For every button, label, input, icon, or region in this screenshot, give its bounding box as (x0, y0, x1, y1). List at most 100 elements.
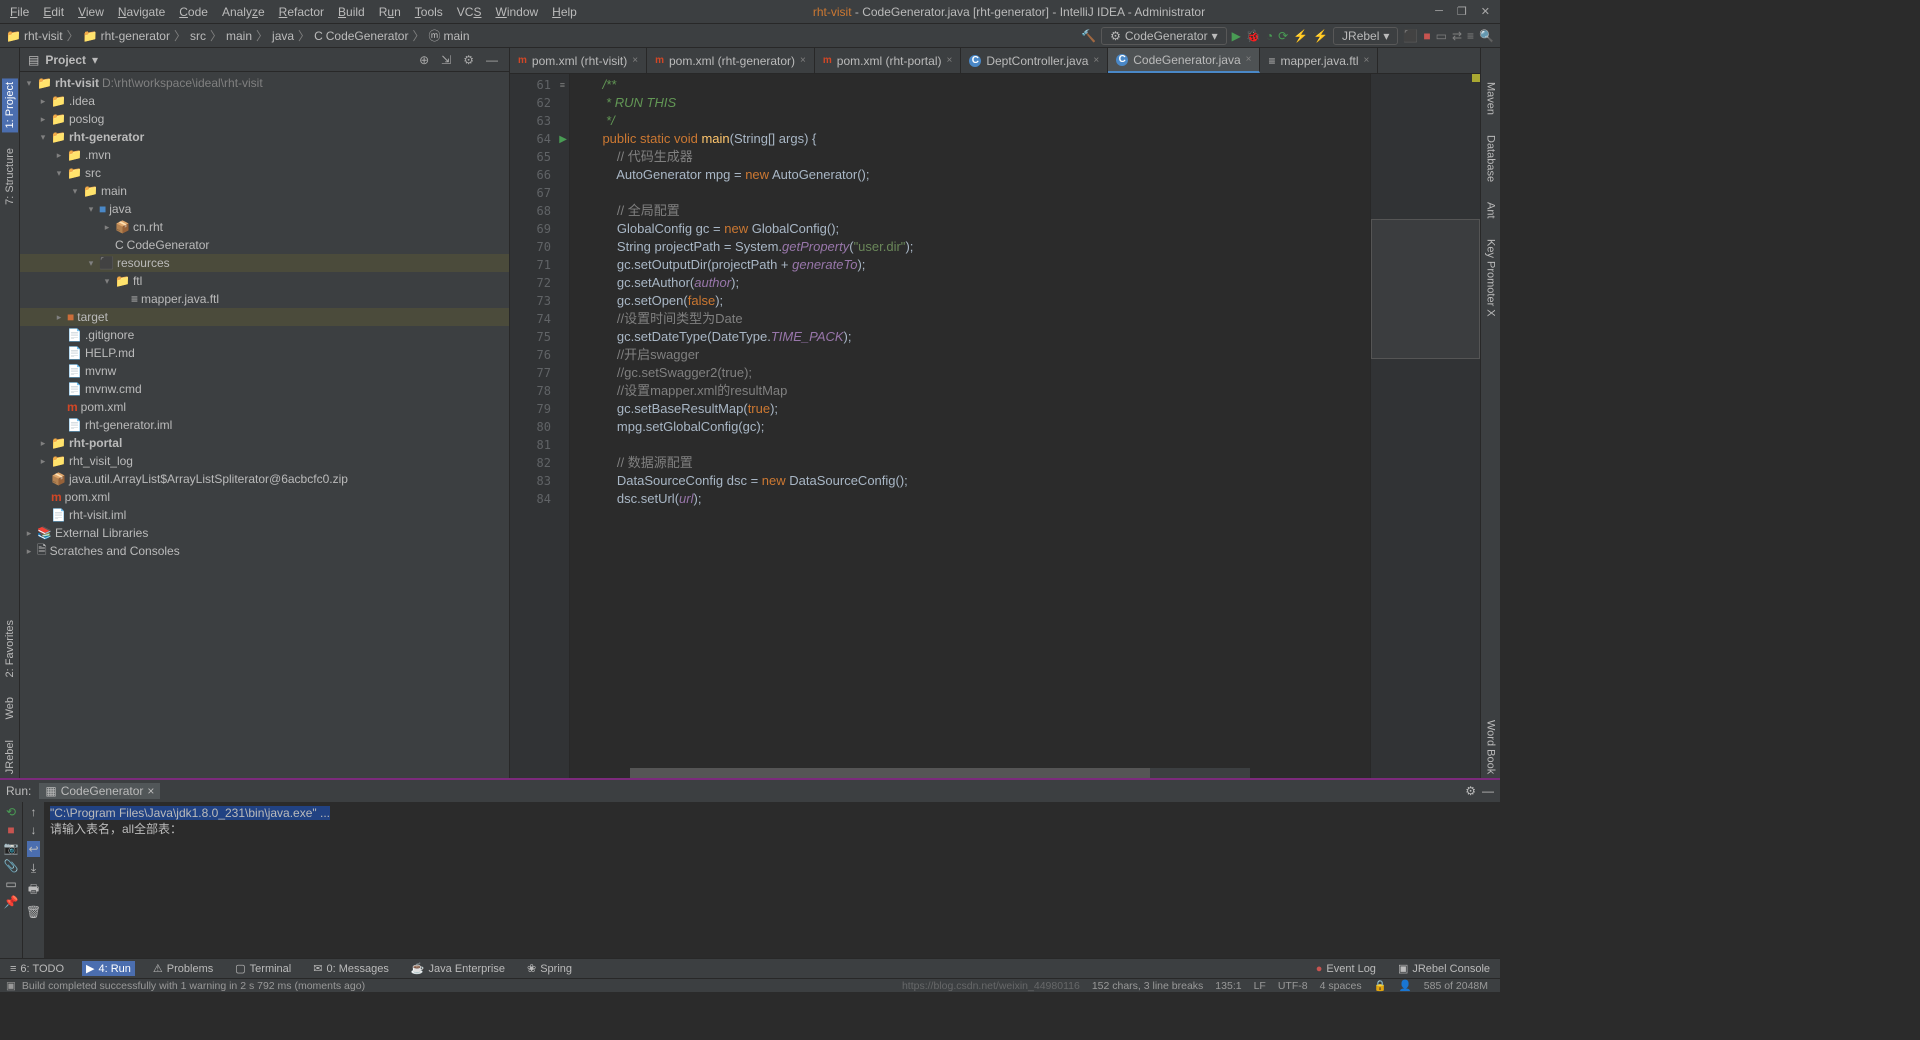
strip-favorites[interactable]: 2: Favorites (2, 616, 18, 681)
breadcrumb-node[interactable]: 📁 rht-visit (6, 29, 63, 43)
editor-tab[interactable]: m pom.xml (rht-portal) × (815, 48, 961, 73)
strip-project[interactable]: 1: Project (2, 78, 18, 132)
strip-keypromoter[interactable]: Key Promoter X (1483, 235, 1499, 321)
jrebel-combo[interactable]: JRebel ▾ (1333, 27, 1398, 45)
menu-code[interactable]: Code (173, 3, 214, 21)
hide-icon[interactable]: — (483, 53, 501, 67)
close-icon[interactable]: × (800, 55, 806, 66)
project-tree[interactable]: ▾📁 rht-visit D:\rht\workspace\ideal\rht-… (20, 72, 509, 778)
down-icon[interactable]: ↓ (31, 823, 37, 837)
editor-tab[interactable]: ≡ mapper.java.ftl × (1260, 48, 1378, 73)
clear-icon[interactable]: 🗑 (26, 905, 41, 919)
tab-event-log[interactable]: ● Event Log (1312, 962, 1380, 976)
tree-item[interactable]: ≡ mapper.java.ftl (20, 290, 509, 308)
breadcrumb-node[interactable]: java (272, 29, 294, 43)
screenshot-icon[interactable]: 📷 (4, 841, 19, 855)
minimap-viewport[interactable] (1371, 219, 1480, 359)
close-icon[interactable]: × (1093, 55, 1099, 66)
tree-item-selected[interactable]: ▾⬛ resources (20, 254, 509, 272)
debug-button[interactable]: 🐞 (1246, 29, 1261, 43)
menu-view[interactable]: View (72, 3, 110, 21)
structure-icon[interactable]: ≡ (1467, 29, 1474, 43)
jrebel-debug-icon[interactable]: ⚡ (1313, 29, 1328, 43)
tree-item[interactable]: m pom.xml (20, 488, 509, 506)
breadcrumb-node[interactable]: src (190, 29, 206, 43)
tree-item[interactable]: ▾📁 rht-generator (20, 128, 509, 146)
strip-ant[interactable]: Ant (1483, 198, 1499, 223)
tree-item[interactable]: ▾📁 src (20, 164, 509, 182)
tree-item-target[interactable]: ▸■ target (20, 308, 509, 326)
profile-button[interactable]: ⟳ (1278, 29, 1288, 43)
tab-run[interactable]: ▶ 4: Run (82, 961, 135, 976)
menu-analyze[interactable]: Analyze (216, 3, 271, 21)
tab-todo[interactable]: ≡ 6: TODO (6, 962, 68, 976)
build-icon[interactable]: 🔨 (1081, 29, 1096, 43)
menu-vcs[interactable]: VCS (451, 3, 488, 21)
tree-item[interactable]: ▾📁 main (20, 182, 509, 200)
menu-tools[interactable]: Tools (409, 3, 449, 21)
toggle-tools-icon[interactable]: ▣ (6, 980, 16, 992)
tree-item[interactable]: ▸📁 rht-portal (20, 434, 509, 452)
tab-messages[interactable]: ✉ 0: Messages (309, 961, 393, 976)
tree-item[interactable]: ▸📁 .idea (20, 92, 509, 110)
menu-navigate[interactable]: Navigate (112, 3, 171, 21)
strip-web[interactable]: Web (2, 693, 18, 723)
run-gear-icon[interactable]: ⚙ (1465, 784, 1476, 798)
tree-item[interactable]: 📄 rht-generator.iml (20, 416, 509, 434)
menu-build[interactable]: Build (332, 3, 371, 21)
lock-icon[interactable]: 🔒 (1368, 979, 1393, 992)
run-console[interactable]: "C:\Program Files\Java\jdk1.8.0_231\bin\… (44, 802, 1500, 958)
tree-root[interactable]: ▾📁 rht-visit D:\rht\workspace\ideal\rht-… (20, 74, 509, 92)
minimap[interactable] (1370, 74, 1480, 778)
tree-item[interactable]: ▸📦 cn.rht (20, 218, 509, 236)
strip-jrebel[interactable]: JRebel (2, 736, 18, 778)
run-tab[interactable]: ▦ CodeGenerator × (39, 783, 160, 799)
attach-icon[interactable]: 📎 (4, 859, 19, 873)
run-config-combo[interactable]: ⚙ CodeGenerator ▾ (1101, 27, 1227, 45)
tree-item[interactable]: 📄 rht-visit.iml (20, 506, 509, 524)
tree-item[interactable]: C CodeGenerator (20, 236, 509, 254)
run-button[interactable]: ▶ (1232, 29, 1241, 43)
pin-icon[interactable]: 📌 (4, 895, 19, 909)
search-icon[interactable]: 🔍 (1479, 29, 1494, 43)
tree-item[interactable]: 📄 HELP.md (20, 344, 509, 362)
tab-spring[interactable]: ❀ Spring (523, 961, 576, 976)
indent[interactable]: 4 spaces (1314, 980, 1368, 992)
menu-run[interactable]: Run (373, 3, 407, 21)
tree-item[interactable]: 📄 .gitignore (20, 326, 509, 344)
breadcrumb-node[interactable]: main (226, 29, 252, 43)
editor-tab[interactable]: m pom.xml (rht-visit) × (510, 48, 647, 73)
close-icon[interactable]: × (946, 55, 952, 66)
menu-window[interactable]: Window (489, 3, 544, 21)
tree-item[interactable]: 📦 java.util.ArrayList$ArrayListSpliterat… (20, 470, 509, 488)
up-icon[interactable]: ↑ (31, 805, 37, 819)
tree-external-libs[interactable]: ▸📚 External Libraries (20, 524, 509, 542)
menu-refactor[interactable]: Refactor (273, 3, 330, 21)
tab-jrebel-console[interactable]: ▣ JRebel Console (1394, 961, 1494, 976)
collapse-icon[interactable]: ⇲ (438, 53, 454, 67)
tree-item[interactable]: ▸📁 .mvn (20, 146, 509, 164)
jrebel-run-icon[interactable]: ⚡ (1293, 29, 1308, 43)
cursor-pos[interactable]: 135:1 (1209, 980, 1247, 992)
tree-item[interactable]: 📄 mvnw (20, 362, 509, 380)
git-icon[interactable]: ⇄ (1452, 29, 1462, 43)
target-icon[interactable]: ⊕ (416, 53, 432, 67)
coverage-button[interactable]: ◔ (1266, 29, 1273, 43)
strip-wordbook[interactable]: Word Book (1483, 716, 1499, 778)
rerun-icon[interactable]: ⟲ (6, 805, 16, 819)
jrebel-icon[interactable]: ⬛ (1403, 29, 1418, 43)
tab-java-enterprise[interactable]: ☕ Java Enterprise (407, 961, 509, 976)
memory-indicator[interactable]: 585 of 2048M (1418, 980, 1494, 992)
tree-item[interactable]: m pom.xml (20, 398, 509, 416)
wrap-icon[interactable]: ↩ (27, 841, 39, 857)
breadcrumb-node[interactable]: ⓜ main (428, 27, 469, 44)
code-area[interactable]: /** * RUN THIS */ public static void mai… (570, 74, 1370, 778)
stop-icon[interactable]: ■ (7, 823, 14, 837)
encoding[interactable]: UTF-8 (1272, 980, 1314, 992)
close-icon[interactable]: × (1246, 54, 1252, 65)
stop-button[interactable]: ■ (1423, 29, 1430, 43)
breadcrumb-node[interactable]: C CodeGenerator (314, 29, 408, 43)
layout-icon[interactable]: ▭ (5, 877, 16, 891)
strip-maven[interactable]: Maven (1483, 78, 1499, 119)
gear-icon[interactable]: ⚙ (460, 53, 477, 67)
